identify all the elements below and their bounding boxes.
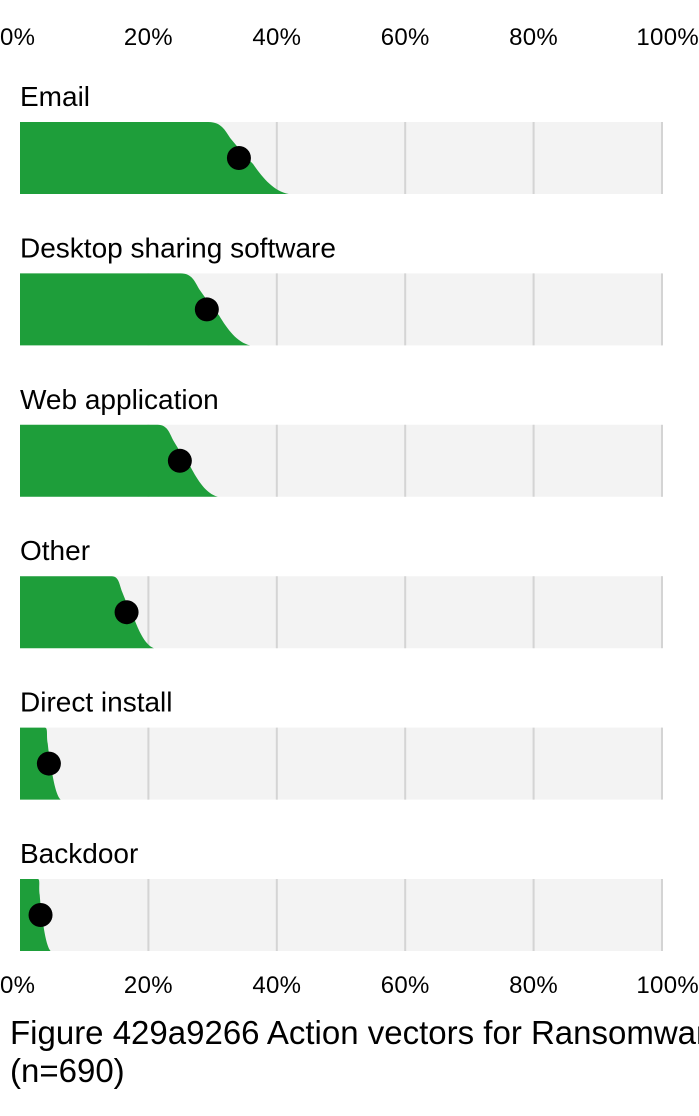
value-point [226,146,251,170]
caption-title: Figure 429a9266 Action vectors for Ranso… [10,1014,699,1051]
top-axis-tick-label: 40% [252,24,301,51]
top-axis-tick-label: 0% [0,24,35,51]
bottom-axis-tick-label: 60% [381,972,430,999]
category-label: Desktop sharing software [20,232,336,263]
bar-row: Backdoor [20,838,663,951]
bar-track [20,879,662,951]
category-label: Web application [20,384,219,415]
top-x-axis: 0% 20% 40% 60% 80% 100% [0,24,699,51]
bar-row: Other [20,535,663,649]
top-axis-tick-label: 80% [509,24,558,51]
value-point [28,903,53,927]
bar-row: Web application [20,384,663,497]
category-label: Direct install [20,687,172,718]
category-label: Email [20,81,90,112]
bottom-axis-tick-label: 40% [252,972,301,999]
category-label: Other [20,535,90,566]
top-axis-tick-label: 20% [124,24,173,51]
bar-rows: Email Desktop sharing software Web applica… [20,81,663,951]
value-point [36,751,61,776]
value-point [194,297,219,322]
chart: 0% 20% 40% 60% 80% 100% Email Desktop sharing … [0,24,699,999]
bottom-axis-tick-label: 80% [509,972,558,999]
caption-sample-size: (n=690) [10,1052,125,1089]
bar-row: Direct install [20,687,663,800]
bottom-axis-tick-label: 20% [124,972,173,999]
value-point [167,448,192,473]
bottom-x-axis: 0% 20% 40% 60% 80% 100% [0,972,699,999]
figure-caption: Figure 429a9266 Action vectors for Ranso… [10,1014,699,1090]
bar-row: Email [20,81,663,194]
top-axis-tick-label: 100% [636,24,699,51]
bar-track [20,727,662,800]
top-axis-tick-label: 60% [381,24,430,51]
bottom-axis-tick-label: 0% [0,972,35,999]
bar-row: Desktop sharing software [20,232,663,346]
value-point [114,600,139,625]
category-label: Backdoor [20,838,138,869]
bottom-axis-tick-label: 100% [636,972,699,999]
